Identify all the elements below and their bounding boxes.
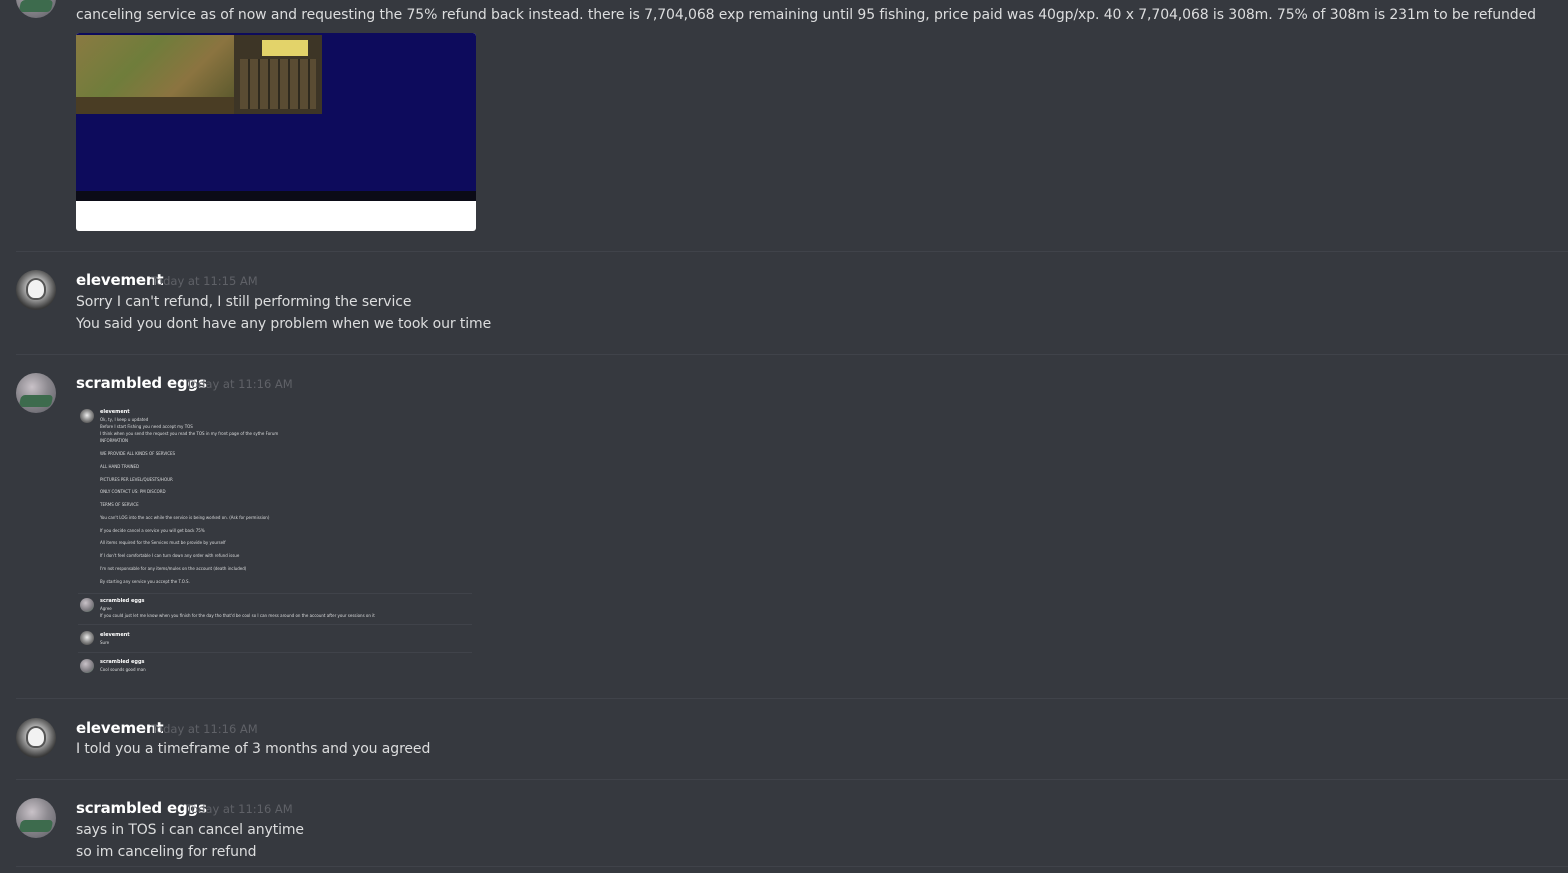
message-text: canceling service as of now and requesti… [76,7,1536,23]
message-text: INFORMATION [100,438,129,443]
author-name: elevement [100,409,130,415]
message-text: TERMS OF SERVICE [100,502,139,507]
message-text: I'm not responsable for any items/mules … [100,566,247,571]
avatar[interactable] [16,373,56,413]
avatar[interactable] [16,0,56,18]
message-text: I think when you send the request you re… [100,431,279,436]
message-divider [16,354,1568,355]
avatar[interactable] [16,718,56,758]
message-text: Agree [100,606,112,611]
message-text: If I don't feel comfortable I can turn d… [100,553,240,558]
message-text: WE PROVIDE ALL KINDS OF SERVICES [100,451,176,456]
author-name: scrambled eggs [100,598,145,604]
message-divider [78,652,472,653]
avatar [80,409,94,423]
timestamp: Today at 11:16 AM [186,802,293,816]
message-divider [78,593,472,594]
taskbar [76,191,476,201]
message-text: says in TOS i can cancel anytime [76,822,304,838]
timestamp: Today at 11:16 AM [186,377,293,391]
message-text: By starting any service you accept the T… [100,579,190,584]
message-divider [16,779,1568,780]
message-text: If you decide cancel a service you will … [100,528,205,533]
message-divider [16,866,1568,867]
avatar[interactable] [16,798,56,838]
avatar[interactable] [16,270,56,310]
message-text: Ok, ty, I keep u updated [100,417,149,422]
message-text: Sorry I can't refund, I still performing… [76,294,412,310]
avatar [80,631,94,645]
message-text: Sure [100,640,110,645]
message-divider [78,624,472,625]
message-text: I told you a timeframe of 3 months and y… [76,741,431,757]
message-text: Before I start Fishing you need accept m… [100,424,193,429]
timestamp: Today at 11:16 AM [151,722,258,736]
message-divider [16,251,1568,252]
message-divider [16,698,1568,699]
author-name: scrambled eggs [100,659,145,665]
message-text: PICTURES PER LEVEL/QUESTS/HOUR [100,477,173,482]
message-text: You said you dont have any problem when … [76,316,492,332]
avatar [80,659,94,673]
image-attachment[interactable] [76,33,476,231]
message-text: If you could just let me know when you f… [100,613,375,618]
message-text: ONLY CONTACT US: PM DISCORD [100,489,166,494]
message-text: You can't LOG into the acc while the ser… [100,515,270,520]
message-text: ALL HAND TRAINED [100,464,140,469]
message-text: so im canceling for refund [76,844,257,860]
image-attachment[interactable]: elevement Ok, ty, I keep u updated Befor… [76,404,476,682]
author-name: elevement [100,632,130,638]
timestamp: Today at 11:15 AM [151,274,258,288]
message-text: All items required for the Services must… [100,540,226,545]
game-client-screenshot [76,35,322,114]
message-text: Cool sounds good man [100,667,146,672]
desktop-screenshot [76,33,476,201]
avatar [80,598,94,612]
